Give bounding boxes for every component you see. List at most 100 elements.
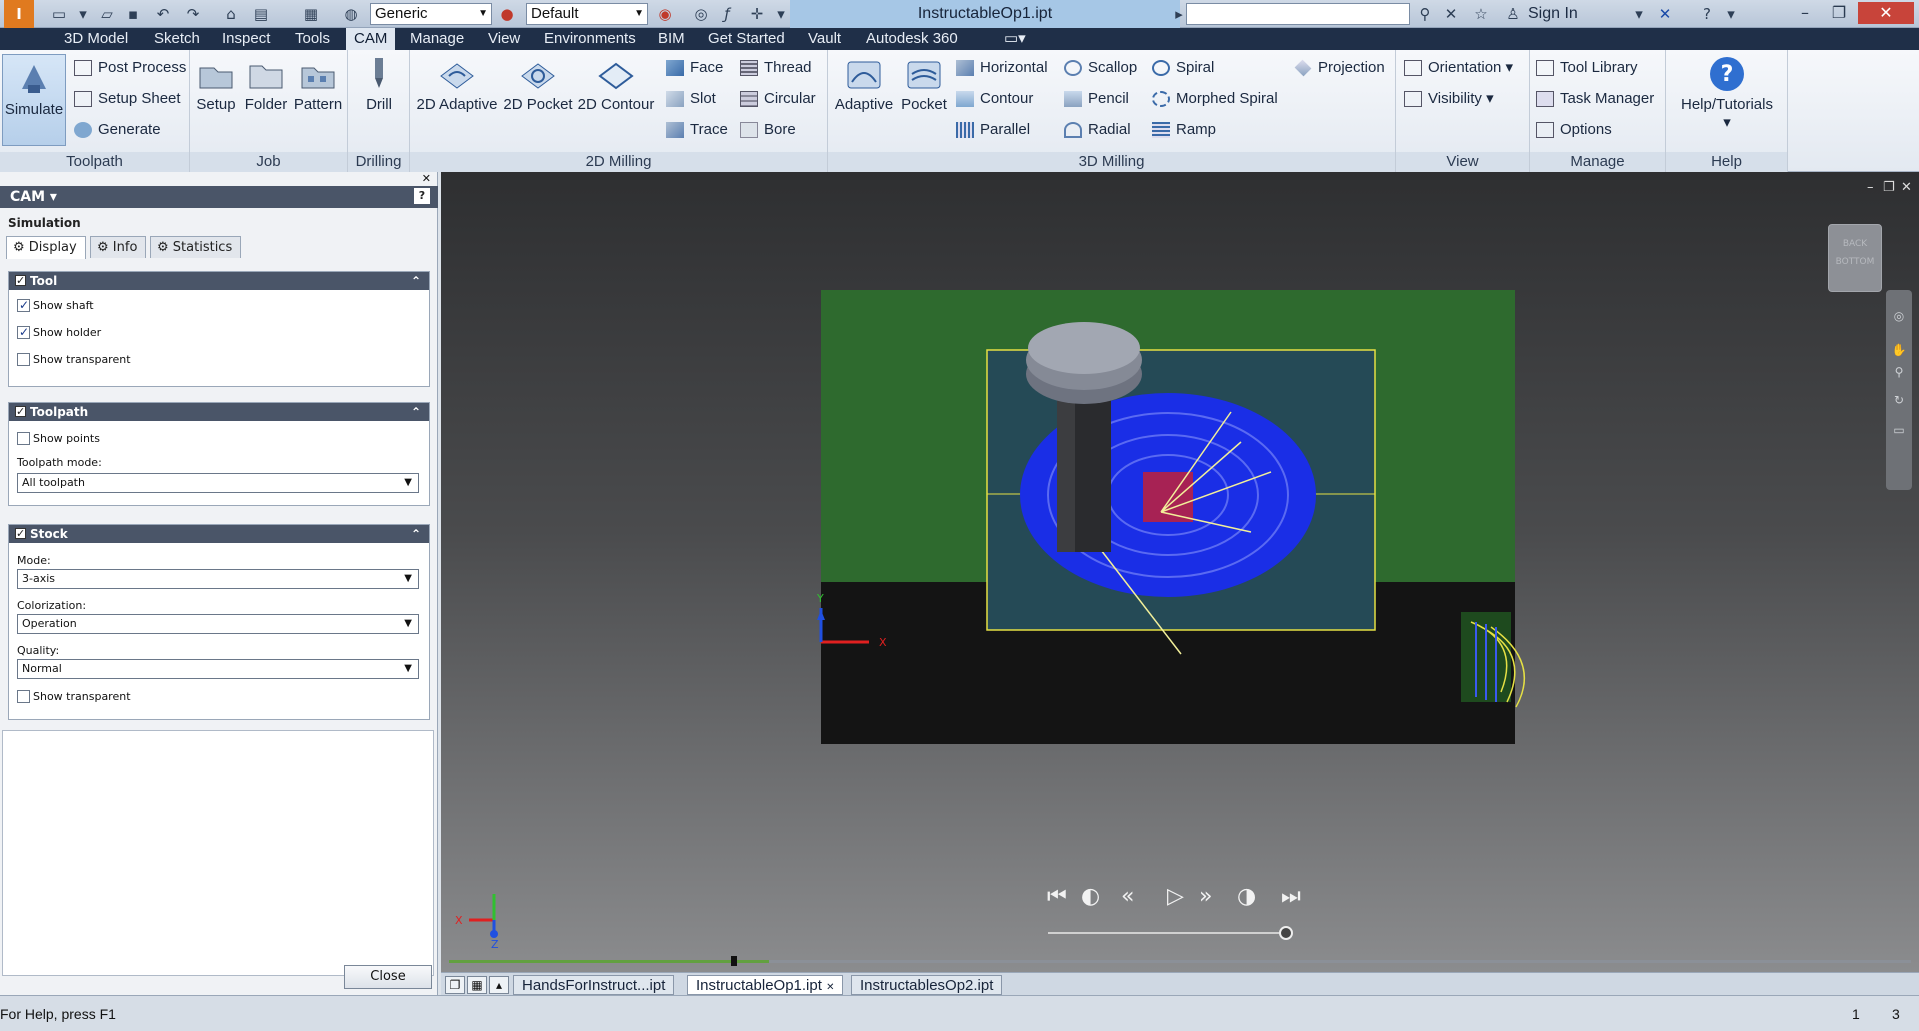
- 2d-pocket-button[interactable]: 2D Pocket: [502, 54, 574, 113]
- thread-button[interactable]: Thread: [740, 56, 812, 80]
- show-shaft-option[interactable]: Show shaft: [17, 297, 94, 314]
- quality-select[interactable]: Normal ▼: [17, 659, 419, 679]
- horizontal-button[interactable]: Horizontal: [956, 56, 1048, 80]
- toolpath-mode-select[interactable]: All toolpath ▼: [17, 473, 419, 493]
- open-folder-icon[interactable]: ▱: [96, 3, 118, 25]
- projection-button[interactable]: Projection: [1294, 56, 1385, 80]
- pocket-button[interactable]: Pocket: [898, 54, 950, 113]
- radial-button[interactable]: Radial: [1064, 118, 1131, 142]
- 2d-contour-button[interactable]: 2D Contour: [576, 54, 656, 113]
- tab-environments[interactable]: Environments: [536, 28, 644, 50]
- face-button[interactable]: Face: [666, 56, 723, 80]
- ribbon-options-icon[interactable]: ▭▾: [996, 28, 1034, 50]
- search-icon[interactable]: ⚲: [1414, 3, 1436, 25]
- stock-show-transparent-checkbox[interactable]: [17, 690, 30, 703]
- select-icon[interactable]: ▦: [300, 3, 322, 25]
- tab-view[interactable]: View: [480, 28, 528, 50]
- tab-autodesk-360[interactable]: Autodesk 360: [858, 28, 966, 50]
- setup-button[interactable]: Setup: [194, 54, 238, 113]
- collapse-icon[interactable]: ⌃: [411, 403, 421, 421]
- tab-3d-model[interactable]: 3D Model: [56, 28, 136, 50]
- scallop-button[interactable]: Scallop: [1064, 56, 1137, 80]
- close-button[interactable]: Close: [344, 965, 432, 989]
- tools-icon[interactable]: ✕: [1440, 3, 1462, 25]
- cascade-windows-icon[interactable]: ❐: [445, 976, 465, 994]
- bore-button[interactable]: Bore: [740, 118, 796, 142]
- generate-button[interactable]: Generate: [74, 118, 161, 142]
- chevron-down-icon[interactable]: ▾: [1720, 3, 1742, 25]
- setup-sheet-button[interactable]: Setup Sheet: [74, 87, 181, 111]
- doc-tab-active[interactable]: InstructableOp1.ipt ✕: [687, 975, 844, 995]
- simulation-scene[interactable]: X Y X Z: [441, 172, 1919, 972]
- exchange-icon[interactable]: ✕: [1654, 3, 1676, 25]
- next-operation-icon[interactable]: ◑: [1237, 884, 1256, 909]
- tool-library-button[interactable]: Tool Library: [1536, 56, 1638, 80]
- style-combo[interactable]: Generic ▼: [370, 3, 492, 25]
- show-holder-checkbox[interactable]: [17, 324, 30, 340]
- minimize-icon[interactable]: –: [1790, 2, 1820, 24]
- collapse-icon[interactable]: ⌃: [411, 272, 421, 290]
- simulate-button[interactable]: Simulate: [2, 54, 66, 146]
- doc-tab[interactable]: HandsForInstruct...ipt: [513, 975, 675, 995]
- spiral-button[interactable]: Spiral: [1152, 56, 1214, 80]
- tab-get-started[interactable]: Get Started: [700, 28, 793, 50]
- section-checkbox[interactable]: [15, 403, 26, 421]
- tab-manage[interactable]: Manage: [402, 28, 472, 50]
- appearance-combo[interactable]: Default ▼: [526, 3, 648, 25]
- redo-icon[interactable]: ↷: [182, 3, 204, 25]
- tab-display[interactable]: ⚙ Display: [6, 236, 86, 259]
- app-logo-icon[interactable]: I: [4, 0, 34, 28]
- show-shaft-checkbox[interactable]: [17, 297, 30, 313]
- post-process-button[interactable]: Post Process: [74, 56, 186, 80]
- close-window-icon[interactable]: ✕: [1858, 2, 1914, 24]
- user-icon[interactable]: ♙: [1502, 3, 1524, 25]
- tab-vault[interactable]: Vault: [800, 28, 849, 50]
- colorization-select[interactable]: Operation ▼: [17, 614, 419, 634]
- search-input[interactable]: [1186, 3, 1410, 25]
- show-holder-option[interactable]: Show holder: [17, 324, 101, 341]
- restore-icon[interactable]: ❐: [1824, 2, 1854, 24]
- favorites-icon[interactable]: ☆: [1470, 3, 1492, 25]
- adaptive-button[interactable]: Adaptive: [832, 54, 896, 113]
- circular-button[interactable]: Circular: [740, 87, 816, 111]
- orientation-button[interactable]: Orientation ▾: [1404, 56, 1513, 80]
- print-icon[interactable]: ▤: [250, 3, 272, 25]
- parallel-button[interactable]: Parallel: [956, 118, 1030, 142]
- close-tab-icon[interactable]: ✕: [826, 982, 834, 993]
- task-manager-button[interactable]: Task Manager: [1536, 87, 1654, 111]
- 2d-adaptive-button[interactable]: 2D Adaptive: [414, 54, 500, 113]
- help-icon[interactable]: ?: [414, 188, 430, 204]
- speed-slider-track[interactable]: [1048, 932, 1288, 934]
- pencil-button[interactable]: Pencil: [1064, 87, 1129, 111]
- clear-override-icon[interactable]: ◎: [690, 3, 712, 25]
- new-file-icon[interactable]: ▭: [48, 3, 70, 25]
- sign-in-link[interactable]: Sign In: [1528, 3, 1578, 25]
- doc-tab[interactable]: InstructablesOp2.ipt: [851, 975, 1003, 995]
- previous-operation-icon[interactable]: ◐: [1081, 884, 1100, 909]
- help-tutorials-button[interactable]: ? Help/Tutorials ▾: [1670, 54, 1784, 131]
- show-transparent-checkbox[interactable]: [17, 353, 30, 366]
- help-icon[interactable]: ?: [1696, 3, 1718, 25]
- section-checkbox[interactable]: [15, 525, 26, 543]
- tab-sketch[interactable]: Sketch: [146, 28, 208, 50]
- appearance-icon[interactable]: ●: [496, 3, 518, 25]
- clear-appearance-icon[interactable]: ◉: [654, 3, 676, 25]
- chevron-down-icon[interactable]: ▾: [1628, 3, 1650, 25]
- play-icon[interactable]: ▷: [1167, 884, 1184, 909]
- tab-inspect[interactable]: Inspect: [214, 28, 278, 50]
- section-checkbox[interactable]: [15, 272, 26, 290]
- tab-tools[interactable]: Tools: [287, 28, 338, 50]
- step-forward-icon[interactable]: »: [1199, 884, 1212, 909]
- show-points-checkbox[interactable]: [17, 432, 30, 445]
- panel-header[interactable]: CAM ▾ ?: [0, 186, 438, 208]
- panel-close-icon[interactable]: ✕: [422, 172, 431, 185]
- measure-icon[interactable]: ✛: [746, 3, 768, 25]
- go-to-start-icon[interactable]: ⏮: [1047, 884, 1067, 909]
- parameters-icon[interactable]: ƒ: [716, 3, 738, 25]
- speed-slider-thumb[interactable]: [1279, 926, 1293, 940]
- tool-section-header[interactable]: Tool⌃: [9, 272, 429, 290]
- dropdown-arrow-icon[interactable]: ▾: [72, 3, 94, 25]
- pattern-button[interactable]: Pattern: [290, 54, 346, 113]
- open-documents-icon[interactable]: ▴: [489, 976, 509, 994]
- home-icon[interactable]: ⌂: [220, 3, 242, 25]
